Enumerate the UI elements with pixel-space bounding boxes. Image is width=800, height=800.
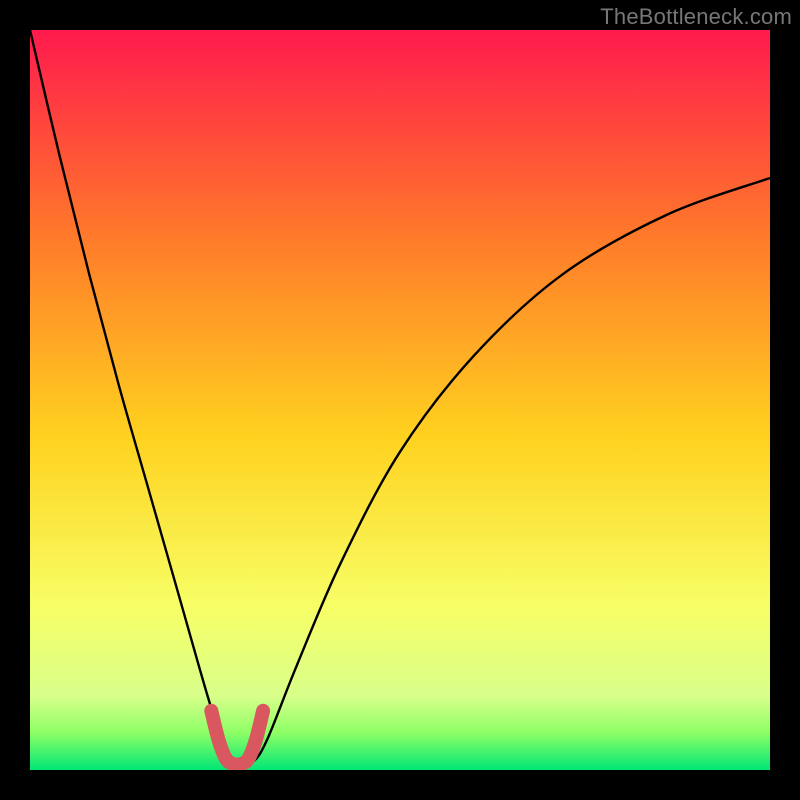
watermark-text: TheBottleneck.com [600, 4, 792, 30]
plot-area [30, 30, 770, 770]
curve-layer [30, 30, 770, 770]
bottleneck-curve [30, 30, 770, 765]
chart-frame: TheBottleneck.com [0, 0, 800, 800]
highlight-valley [211, 711, 263, 765]
